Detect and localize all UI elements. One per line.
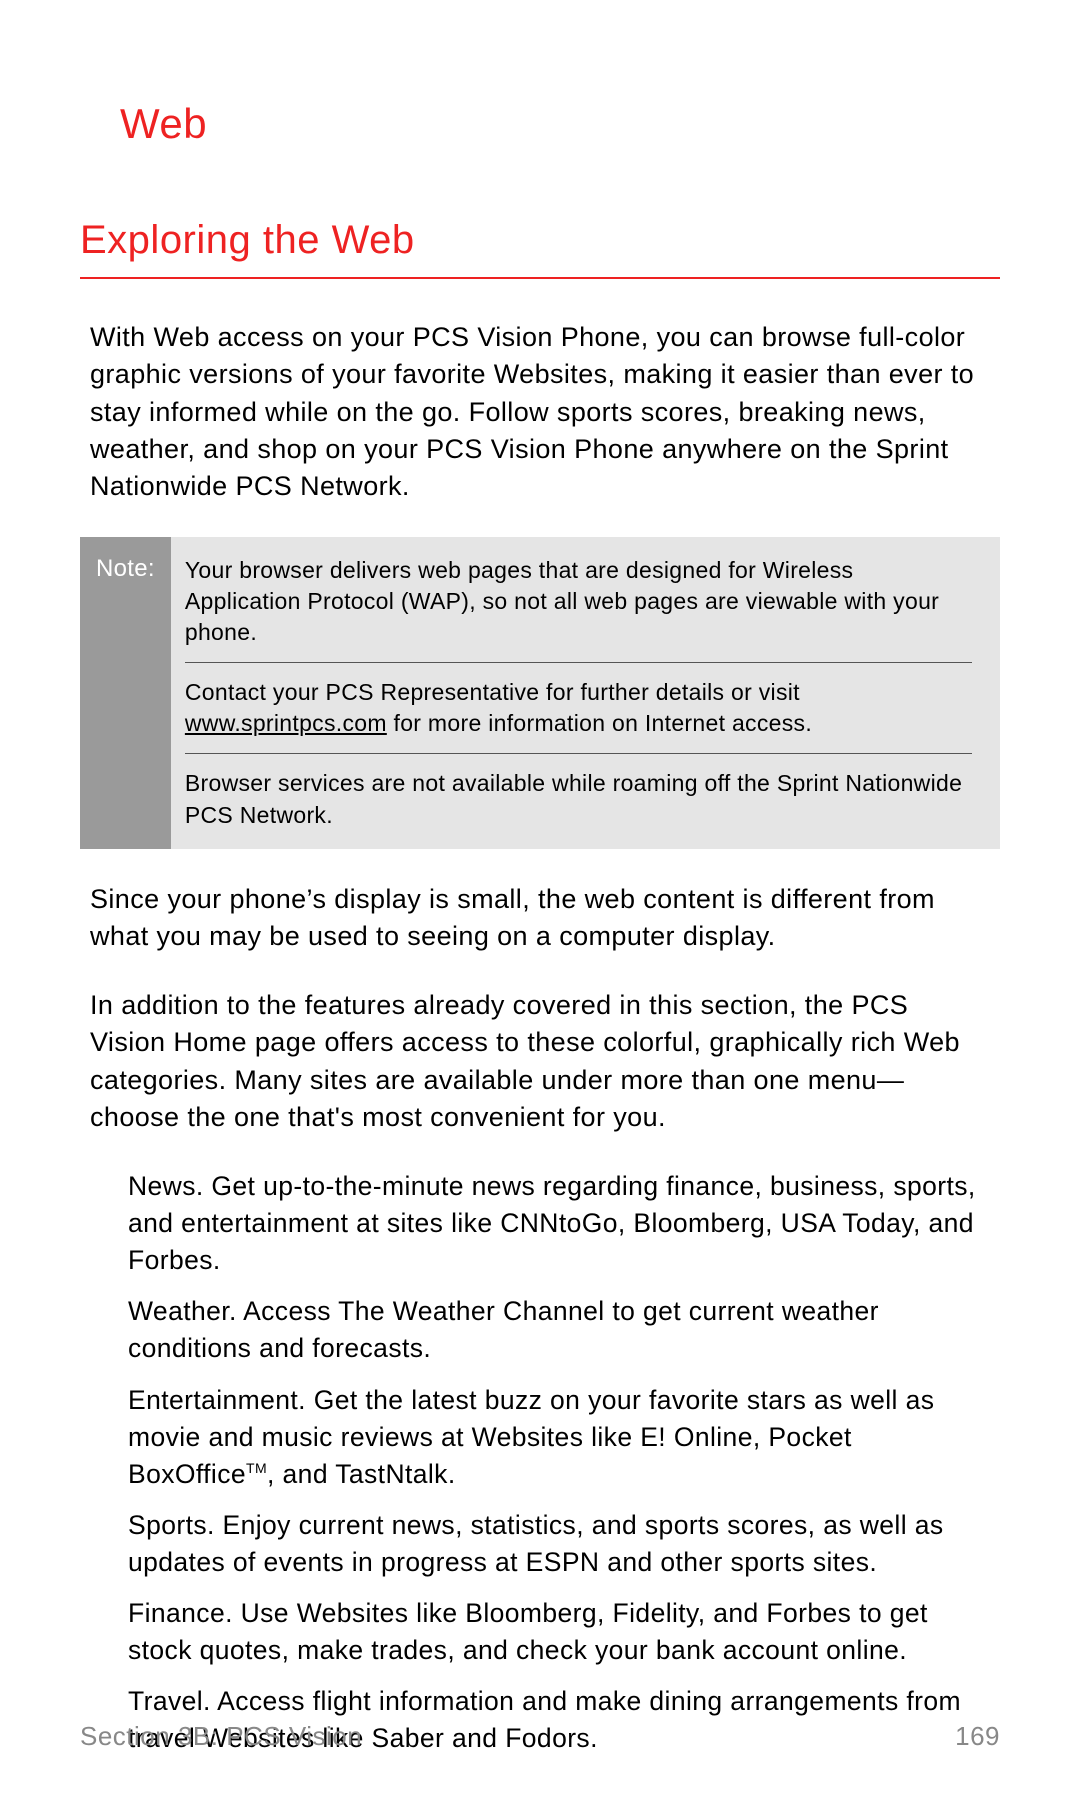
note-link[interactable]: www.sprintpcs.com [185,710,387,736]
category-name: Weather. [128,1296,237,1326]
category-name: Entertainment. [128,1385,306,1415]
note-body: Your browser delivers web pages that are… [171,537,1000,848]
body-paragraph-2: Since your phone’s display is small, the… [90,881,990,956]
page-title: Web [120,100,1000,148]
intro-paragraph: With Web access on your PCS Vision Phone… [90,319,990,505]
note-divider [185,753,972,754]
section-heading: Exploring the Web [80,218,1000,263]
category-news: News. Get up-to-the-minute news regardin… [128,1168,990,1279]
category-name: Travel. [128,1686,211,1716]
note-paragraph-3: Browser services are not available while… [185,768,972,830]
category-name: News. [128,1171,204,1201]
footer-page-number: 169 [955,1721,1000,1752]
heading-rule [80,277,1000,279]
category-body-post: , and TastNtalk. [267,1459,456,1489]
category-weather: Weather. Access The Weather Channel to g… [128,1293,990,1367]
note-p2-pre: Contact your PCS Representative for furt… [185,679,800,705]
category-body: Access The Weather Channel to get curren… [128,1296,879,1363]
category-name: Finance. [128,1598,233,1628]
note-paragraph-1: Your browser delivers web pages that are… [185,555,972,648]
category-entertainment: Entertainment. Get the latest buzz on yo… [128,1382,990,1493]
trademark-symbol: TM [246,1460,267,1476]
document-page: Web Exploring the Web With Web access on… [0,0,1080,1800]
body-paragraph-3: In addition to the features already cove… [90,987,990,1136]
category-name: Sports. [128,1510,215,1540]
footer-section: Section 3B: PCS Vision [80,1721,362,1752]
note-paragraph-2: Contact your PCS Representative for furt… [185,677,972,739]
page-footer: Section 3B: PCS Vision 169 [80,1721,1000,1752]
category-body: Use Websites like Bloomberg, Fidelity, a… [128,1598,928,1665]
note-label: Note: [80,537,171,848]
note-p2-post: for more information on Internet access. [387,710,812,736]
category-list: News. Get up-to-the-minute news regardin… [128,1168,990,1757]
category-body: Get up-to-the-minute news regarding fina… [128,1171,976,1275]
category-body: Enjoy current news, statistics, and spor… [128,1510,944,1577]
category-finance: Finance. Use Websites like Bloomberg, Fi… [128,1595,990,1669]
note-box: Note: Your browser delivers web pages th… [80,537,1000,848]
category-sports: Sports. Enjoy current news, statistics, … [128,1507,990,1581]
note-divider [185,662,972,663]
